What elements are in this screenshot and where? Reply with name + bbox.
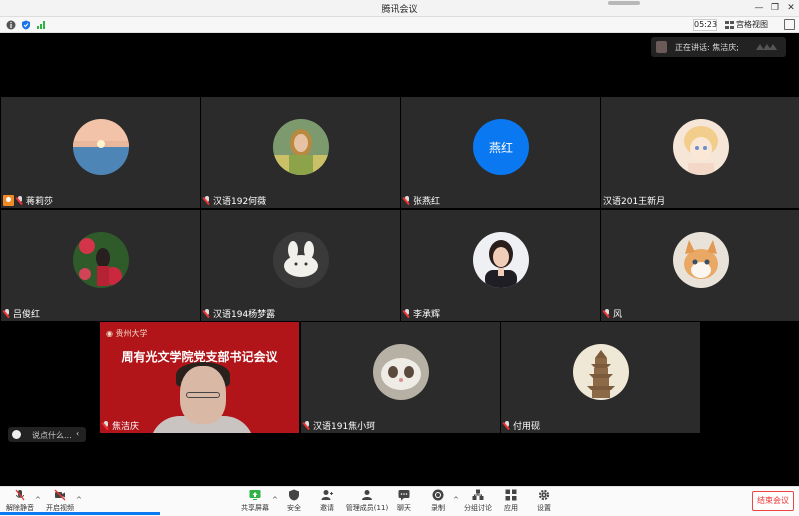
restore-icon[interactable]: ❐ <box>767 1 783 15</box>
mic-muted-icon <box>203 309 211 318</box>
record-button[interactable]: 录制 <box>418 489 458 515</box>
speaking-label: 正在讲话: 焦洁庆; <box>675 43 739 52</box>
grid-icon <box>725 20 734 29</box>
chevron-up-icon[interactable]: ^ <box>76 496 82 504</box>
participant-name: 付用砚 <box>503 419 540 432</box>
participant-name: 蒋莉莎 <box>3 194 53 207</box>
participant-tile[interactable]: 付用砚 <box>501 322 700 433</box>
view-mode-label: 宫格视图 <box>736 20 768 29</box>
participant-tile[interactable]: 燕红 张燕红 <box>401 97 600 208</box>
avatar <box>273 119 329 175</box>
apps-icon <box>505 489 517 501</box>
participant-name: 吕俊红 <box>3 307 40 320</box>
camera-off-icon <box>54 489 66 501</box>
avatar <box>473 232 529 288</box>
avatar <box>673 119 729 175</box>
participant-tile[interactable]: 风 <box>601 210 799 321</box>
avatar <box>673 232 729 288</box>
shield-icon[interactable] <box>21 20 31 30</box>
avatar <box>273 232 329 288</box>
participant-name: 汉语192何薇 <box>203 194 266 207</box>
invite-button[interactable]: 邀请 <box>307 489 347 515</box>
participant-tile[interactable]: 蒋莉莎 <box>1 97 200 208</box>
chat-placeholder: 说点什么... <box>32 431 72 440</box>
taskbar-indicator <box>0 512 160 515</box>
window-title: 腾讯会议 <box>381 5 418 15</box>
chevron-left-icon[interactable]: ‹ <box>76 429 79 438</box>
members-icon <box>362 490 372 500</box>
info-icon[interactable] <box>6 20 16 30</box>
emoji-icon[interactable] <box>12 430 21 439</box>
minimize-icon[interactable]: — <box>751 1 767 15</box>
meeting-timer: 05:23 <box>693 19 718 31</box>
participant-tile[interactable]: 李承辉 <box>401 210 600 321</box>
mic-muted-icon <box>16 196 24 205</box>
audio-level-icon <box>756 44 777 50</box>
chat-icon <box>398 490 410 501</box>
share-screen-button[interactable]: 共享屏幕 <box>235 489 275 515</box>
mic-muted-icon <box>3 309 11 318</box>
participant-name: 汉语191焦小珂 <box>303 419 375 432</box>
avatar <box>373 344 429 400</box>
participant-name: 张燕红 <box>403 194 440 207</box>
mic-muted-icon <box>503 421 511 430</box>
fullscreen-icon[interactable] <box>784 19 795 30</box>
participant-name: 汉语194杨梦露 <box>203 307 275 320</box>
manage-members-button[interactable]: 管理成员(11) <box>345 489 389 515</box>
host-icon <box>3 195 14 206</box>
shield-icon <box>289 489 299 501</box>
view-mode-button[interactable]: 宫格视图 ▼ <box>725 18 778 43</box>
mic-muted-icon <box>15 489 25 501</box>
mic-muted-icon <box>403 196 411 205</box>
mic-muted-icon <box>603 309 611 318</box>
signal-icon[interactable] <box>36 20 46 30</box>
speaking-indicator: 正在讲话: 焦洁庆; <box>651 37 786 57</box>
video-tile[interactable]: ◉ 贵州大学 周有光文学院党支部书记会议 焦洁庆 <box>100 322 299 433</box>
participant-name: 李承辉 <box>403 307 440 320</box>
meeting-info-bar: 05:23 宫格视图 ▼ <box>0 17 799 43</box>
university-logo: ◉ 贵州大学 <box>106 329 148 338</box>
close-icon[interactable]: ✕ <box>783 1 799 15</box>
title-bar: 腾讯会议 — ❐ ✕ <box>0 0 799 17</box>
avatar-text: 燕红 <box>473 119 529 175</box>
invite-user-icon <box>321 490 333 500</box>
mic-muted-icon <box>403 309 411 318</box>
record-icon <box>432 489 444 501</box>
participant-tile[interactable]: 汉语194杨梦露 <box>201 210 400 321</box>
participant-name: 风 <box>603 307 622 320</box>
participant-name: 焦洁庆 <box>102 419 139 432</box>
gear-icon <box>538 489 550 501</box>
speaker-avatar <box>656 41 667 53</box>
avatar <box>73 119 129 175</box>
share-screen-icon <box>249 490 261 500</box>
meeting-window: 腾讯会议 — ❐ ✕ 05:23 宫格视图 ▼ 正在讲话: 焦洁庆; <box>0 0 799 516</box>
chat-quick-input[interactable]: 说点什么... ‹ <box>8 427 86 442</box>
participant-name: 汉语201王新月 <box>603 197 666 207</box>
avatar <box>573 344 629 400</box>
end-meeting-button[interactable]: 结束会议 <box>752 491 794 511</box>
participant-tile[interactable]: 吕俊红 <box>1 210 200 321</box>
participant-tile[interactable]: 汉语201王新月 <box>601 97 799 208</box>
avatar <box>73 232 129 288</box>
participant-tile[interactable]: 汉语192何薇 <box>201 97 400 208</box>
avatar: 燕红 <box>473 119 529 175</box>
presenter-glasses <box>186 392 220 398</box>
breakout-icon <box>472 489 484 500</box>
participant-tile[interactable]: 汉语191焦小珂 <box>301 322 500 433</box>
mic-muted-icon <box>303 421 311 430</box>
mic-muted-icon <box>203 196 211 205</box>
mic-muted-icon <box>102 421 110 430</box>
settings-button[interactable]: 设置 <box>524 489 564 515</box>
